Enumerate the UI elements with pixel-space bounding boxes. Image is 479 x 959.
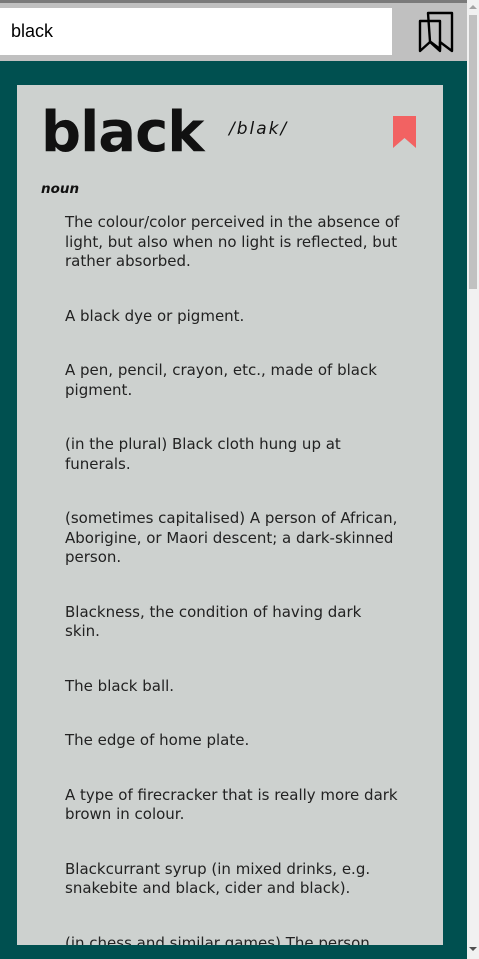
definition-item: The edge of home plate. bbox=[65, 731, 250, 749]
definition-list: The colour/color perceived in the absenc… bbox=[65, 213, 401, 945]
main-content: black /blak/ noun The colour/color perce… bbox=[0, 61, 467, 959]
scrollbar-thumb[interactable] bbox=[469, 15, 477, 289]
definition-item: A pen, pencil, crayon, etc., made of bla… bbox=[65, 361, 377, 399]
header-bar bbox=[0, 3, 467, 61]
definition-item: (in the plural) Black cloth hung up at f… bbox=[65, 435, 341, 473]
definition-item: A black dye or pigment. bbox=[65, 306, 245, 325]
scroll-up-arrow-icon[interactable] bbox=[467, 2, 479, 12]
scroll-down-arrow-icon[interactable] bbox=[467, 944, 479, 954]
definition-item: A type of firecracker that is really mor… bbox=[65, 785, 398, 824]
bookmarks-icon bbox=[418, 11, 454, 53]
phonetic-text: /blak/ bbox=[229, 119, 289, 139]
definition-item: Blackcurrant syrup (in mixed drinks, e.g… bbox=[65, 859, 371, 898]
definition-card: black /blak/ noun The colour/color perce… bbox=[17, 85, 443, 945]
bookmarks-button[interactable] bbox=[418, 11, 454, 55]
definition-item: (sometimes capitalised) A person of Afri… bbox=[65, 509, 398, 566]
part-of-speech: noun bbox=[41, 181, 80, 197]
vertical-scrollbar[interactable] bbox=[467, 0, 479, 959]
definition-item: The colour/color perceived in the absenc… bbox=[65, 213, 400, 270]
word-title: black bbox=[41, 100, 205, 165]
definition-item: Blackness, the condition of having dark … bbox=[65, 602, 362, 641]
definition-item: (in chess and similar games) The person bbox=[65, 933, 370, 946]
definition-item: The black ball. bbox=[65, 676, 175, 695]
search-input[interactable] bbox=[0, 8, 392, 55]
bookmark-icon[interactable] bbox=[393, 116, 416, 148]
